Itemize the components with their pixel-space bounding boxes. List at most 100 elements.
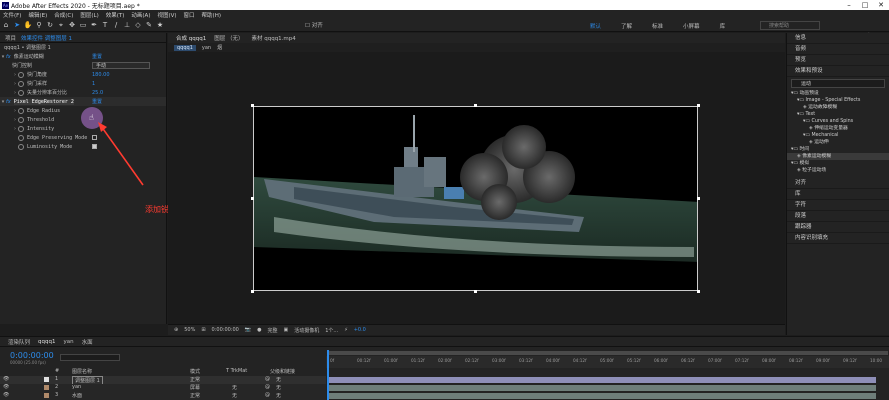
stopwatch-icon[interactable] bbox=[18, 143, 24, 150]
timeline-timecode[interactable]: 0:00:00:00 bbox=[10, 351, 54, 360]
magnify-icon[interactable]: ⊕ bbox=[174, 327, 178, 333]
grid-icon[interactable]: ⊞ bbox=[201, 327, 205, 333]
effects-tree-item[interactable]: ▾▭ Image - Special Effects bbox=[787, 97, 889, 104]
rectangle-tool-icon[interactable]: ▭ bbox=[78, 20, 88, 30]
tab-comp-qqqq1[interactable]: qqqq1 bbox=[38, 339, 55, 345]
panel-audio[interactable]: 音频 bbox=[787, 44, 889, 55]
brush-tool-icon[interactable]: / bbox=[111, 20, 121, 30]
comp-chip-smoke[interactable]: 烟 bbox=[217, 44, 222, 51]
selection-tool-icon[interactable]: ➤ bbox=[12, 20, 22, 30]
right-panel-item[interactable]: 库 bbox=[787, 189, 889, 200]
fx-icon[interactable]: fx bbox=[6, 54, 11, 60]
type-tool-icon[interactable]: T bbox=[100, 20, 110, 30]
layer-row[interactable]: 👁 3 水面 正常无 @ 无 bbox=[0, 392, 326, 400]
layer-duration-bar[interactable] bbox=[328, 393, 876, 399]
tab-effect-controls[interactable]: 效果控件 调整图层 1 bbox=[21, 34, 72, 42]
right-panel-item[interactable]: 对齐 bbox=[787, 178, 889, 189]
time-ruler[interactable]: 0f 00:12f 01:00f 01:12f 02:00f 02:12f 03:00f 03… bbox=[326, 356, 889, 368]
pan-behind-tool-icon[interactable]: ✥ bbox=[67, 20, 77, 30]
tab-composition[interactable]: 合成 qqqq1 bbox=[176, 34, 206, 42]
label-color-swatch[interactable] bbox=[44, 377, 49, 382]
workspace-library[interactable]: 库 bbox=[720, 22, 726, 30]
bounds-handle[interactable] bbox=[697, 290, 700, 293]
effects-tree-item[interactable]: ◈ 运动故障模糊 bbox=[787, 104, 889, 111]
panel-info[interactable]: 信息 bbox=[787, 33, 889, 44]
effects-tree-item[interactable]: ◈ 运动伸 bbox=[787, 139, 889, 146]
clone-tool-icon[interactable]: ⊥ bbox=[122, 20, 132, 30]
stopwatch-icon[interactable] bbox=[18, 125, 24, 132]
shutter-angle-value[interactable]: 180.00 bbox=[92, 72, 110, 78]
menu-help[interactable]: 帮助(H) bbox=[202, 11, 221, 19]
layer-row[interactable]: 👁 2 yan 屏幕无 @ 无 bbox=[0, 384, 326, 392]
bounds-handle[interactable] bbox=[251, 290, 254, 293]
pickwhip-icon[interactable]: @ bbox=[265, 384, 270, 390]
tab-footage[interactable]: 素材 qqqq1.mp4 bbox=[251, 34, 295, 42]
home-icon[interactable]: ⌂ bbox=[1, 20, 11, 30]
tab-comp-yan[interactable]: yan bbox=[63, 339, 73, 345]
label-color-swatch[interactable] bbox=[44, 385, 49, 390]
menu-effect[interactable]: 效果(T) bbox=[106, 11, 125, 19]
bounds-handle[interactable] bbox=[697, 104, 700, 107]
effect-header-pixel-edge-restorer[interactable]: ▾ fx Pixel EdgeRestorer 2 重置 bbox=[0, 97, 166, 106]
comp-canvas[interactable] bbox=[253, 106, 698, 291]
maximize-icon[interactable]: □ bbox=[857, 1, 873, 9]
reset-link[interactable]: 重置 bbox=[92, 98, 102, 105]
work-area-bar[interactable] bbox=[328, 351, 888, 355]
right-panel-item[interactable]: 字符 bbox=[787, 200, 889, 211]
close-icon[interactable]: ✕ bbox=[873, 1, 889, 9]
panel-preview[interactable]: 预览 bbox=[787, 55, 889, 66]
layer-row[interactable]: 👁 1 调整图层 1 正常 @ 无 bbox=[0, 376, 326, 385]
workspace-default[interactable]: 默认 bbox=[590, 22, 601, 30]
stopwatch-icon[interactable] bbox=[18, 71, 24, 78]
shutter-samples-value[interactable]: 1 bbox=[92, 81, 95, 87]
eraser-tool-icon[interactable]: ◇ bbox=[133, 20, 143, 30]
reset-link[interactable]: 重置 bbox=[92, 53, 102, 60]
effects-tree-item[interactable]: ▾▭ 时间 bbox=[787, 146, 889, 153]
resolution-select[interactable]: 完整 bbox=[267, 327, 277, 334]
fast-preview-icon[interactable]: ⚡ bbox=[344, 327, 348, 333]
effect-header-pixel-motion-blur[interactable]: ▾ fx 像素运动模糊 重置 bbox=[0, 52, 166, 61]
effects-search-input[interactable]: 运动 bbox=[791, 79, 885, 88]
fx-icon[interactable]: fx bbox=[6, 99, 11, 105]
effects-tree-item[interactable]: ▾▭ Curves and Spins bbox=[787, 118, 889, 125]
pen-tool-icon[interactable]: ✒ bbox=[89, 20, 99, 30]
stopwatch-icon[interactable] bbox=[18, 80, 24, 87]
stopwatch-icon[interactable] bbox=[18, 107, 24, 114]
menu-window[interactable]: 窗口 bbox=[184, 11, 195, 19]
snap-checkbox[interactable]: ☐ 对齐 bbox=[305, 21, 323, 29]
color-channel-icon[interactable]: ● bbox=[257, 327, 261, 333]
menu-edit[interactable]: 编辑(E) bbox=[28, 11, 47, 19]
pickwhip-icon[interactable]: @ bbox=[265, 392, 270, 398]
right-panel-item[interactable]: 段落 bbox=[787, 211, 889, 222]
menu-composition[interactable]: 合成(C) bbox=[54, 11, 73, 19]
shutter-control-select[interactable]: 手动 bbox=[92, 62, 150, 69]
workspace-learn[interactable]: 了解 bbox=[621, 22, 632, 30]
bounds-handle[interactable] bbox=[474, 104, 477, 107]
puppet-tool-icon[interactable]: ★ bbox=[155, 20, 165, 30]
camera-tool-icon[interactable]: ⌖ bbox=[56, 20, 66, 30]
menu-view[interactable]: 视图(V) bbox=[157, 11, 176, 19]
eye-icon[interactable]: 👁 bbox=[3, 384, 9, 390]
help-search-input[interactable]: 搜索帮助 bbox=[760, 21, 820, 30]
stopwatch-icon[interactable] bbox=[18, 89, 24, 96]
camera-select[interactable]: 活动摄像机 bbox=[294, 327, 319, 334]
zoom-tool-icon[interactable]: ⚲ bbox=[34, 20, 44, 30]
effects-tree-item[interactable]: ▾▭ 动画预设 bbox=[787, 90, 889, 97]
layer-duration-bar[interactable] bbox=[328, 385, 876, 391]
menu-file[interactable]: 文件(F) bbox=[3, 11, 21, 19]
pickwhip-icon[interactable]: @ bbox=[265, 376, 270, 382]
eye-icon[interactable]: 👁 bbox=[3, 376, 9, 382]
tab-render-queue[interactable]: 渲染队列 bbox=[8, 338, 30, 346]
workspace-standard[interactable]: 标准 bbox=[652, 22, 663, 30]
stopwatch-icon[interactable] bbox=[18, 116, 24, 123]
bounds-handle[interactable] bbox=[251, 197, 254, 200]
effects-tree-item[interactable]: ◈ 粒子运动场 bbox=[787, 167, 889, 174]
menu-animation[interactable]: 动画(A) bbox=[131, 11, 150, 19]
viewer-timecode[interactable]: 0:00:00:00 bbox=[212, 327, 239, 333]
right-panel-item[interactable]: 跟踪器 bbox=[787, 222, 889, 233]
layer-duration-bar[interactable] bbox=[328, 377, 876, 383]
menu-layer[interactable]: 图层(L) bbox=[80, 11, 98, 19]
effects-tree-item[interactable]: ▾▭ 模拟 bbox=[787, 160, 889, 167]
views-select[interactable]: 1个... bbox=[325, 327, 338, 334]
comp-chip-yan[interactable]: yan bbox=[202, 45, 211, 51]
